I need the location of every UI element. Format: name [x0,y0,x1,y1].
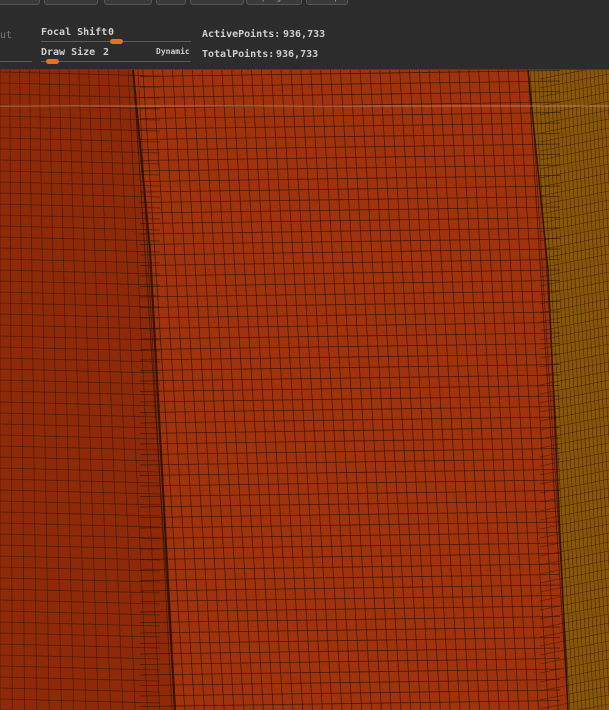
menu-tab[interactable]: Transform [190,0,244,5]
top-toolbar: ZBrush Default Surface Tool TransformZplugin… [0,0,609,70]
menu-tab[interactable]: Tool [156,0,186,5]
focal-shift-value: 0 [108,27,115,38]
focal-shift-handle[interactable] [110,39,123,44]
menu-tab[interactable]: Surface [104,0,152,5]
total-points-value: 936,733 [276,49,319,60]
partial-label: ut [0,30,13,41]
dynamic-toggle[interactable]: Dynamic [156,47,190,56]
menu-tab[interactable]: ZBrush [0,0,40,5]
total-points-label: TotalPoints: [202,49,275,60]
3d-viewport-canvas[interactable] [0,70,609,710]
menu-tabs-row: ZBrush Default Surface Tool TransformZplugin… [0,0,609,5]
menu-tab[interactable]: Zplugin [246,0,302,5]
focal-shift-label: Focal Shift [41,27,108,38]
draw-size-handle[interactable] [45,59,59,64]
draw-size-label: Draw Size [41,47,96,58]
draw-size-track[interactable] [41,61,191,62]
menu-tab[interactable]: Zscript [306,0,348,5]
mesh-wireframe [0,70,609,710]
menu-tab[interactable]: Default [44,0,98,5]
draw-size-value: 2 [103,47,110,58]
active-points-value: 936,733 [283,29,326,40]
partial-slider-track[interactable] [0,61,32,62]
active-points-label: ActivePoints: [202,29,281,40]
